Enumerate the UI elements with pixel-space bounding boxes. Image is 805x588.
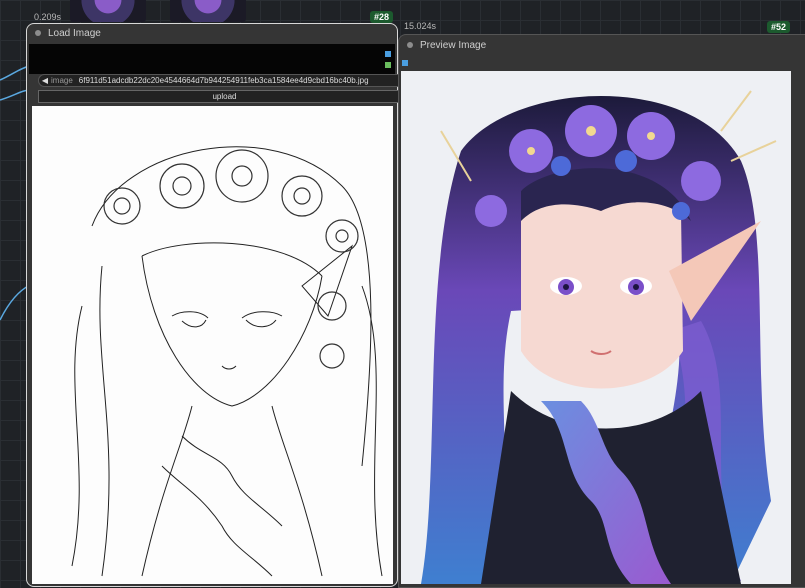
preview-node-timing: 15.024s [404,21,437,31]
output-port-green[interactable] [385,62,391,68]
lineart-portrait [71,146,383,577]
load-node-dark-band [29,44,395,74]
loaded-image-preview [32,106,393,584]
preview-image-output [401,71,791,584]
canvas-thumbnail[interactable] [70,0,146,22]
preview-node-header[interactable]: Preview Image [399,35,805,55]
upload-button[interactable]: upload [38,90,411,103]
load-node-timing: 0.209s [34,12,62,22]
preview-node-badge: #52 [767,21,791,33]
load-node-header[interactable]: Load Image [27,24,397,42]
canvas-thumbnail[interactable] [170,0,246,22]
collapse-dot-icon[interactable] [35,30,41,36]
preview-node-title: Preview Image [420,39,487,51]
collapse-dot-icon[interactable] [407,42,413,48]
load-node-title: Load Image [48,27,101,39]
input-port-blue[interactable] [402,60,408,66]
output-port-blue[interactable] [385,51,391,57]
image-select-widget[interactable]: ◀ image 6f911d51adcdb22dc20e4544664d7b94… [38,74,411,87]
prev-image-arrow-icon[interactable]: ◀ [39,76,51,85]
load-image-node[interactable]: Load Image ◀ image 6f911d51adcdb22dc20e4… [26,23,411,587]
image-widget-value: 6f911d51adcdb22dc20e4544664d7b944254911f… [78,76,369,85]
load-node-badge: #28 [370,11,394,23]
image-widget-label: image [51,76,73,85]
preview-image-node[interactable]: Preview Image [398,34,805,588]
color-portrait [421,90,777,584]
